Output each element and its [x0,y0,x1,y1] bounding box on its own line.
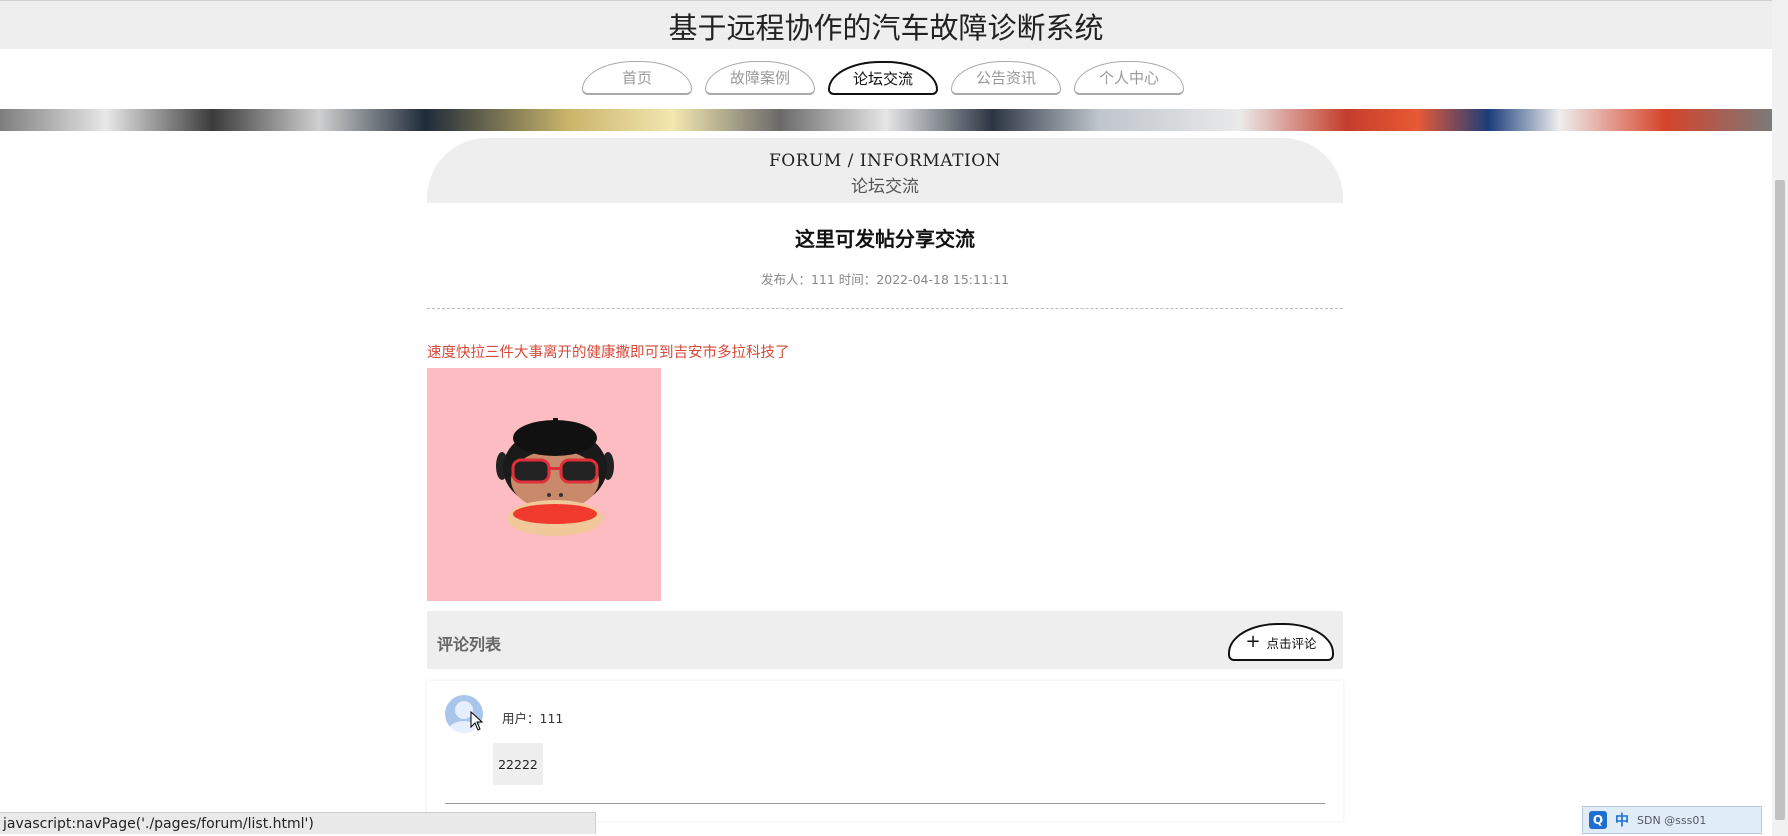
system-tray: Q 中 SDN @sss01 [1582,806,1762,834]
post-divider [427,308,1343,309]
ime-language-indicator[interactable]: 中 [1615,810,1629,830]
site-title: 基于远程协作的汽车故障诊断系统 [668,11,1104,45]
main-nav: 首页 故障案例 论坛交流 公告资讯 个人中心 [582,61,1184,97]
scrollbar-thumb[interactable] [1775,180,1785,820]
plus-icon: + [1245,631,1261,652]
comment-separator [445,803,1325,804]
post-meta: 发布人：111 时间：2022-04-18 15:11:11 [760,272,1010,287]
page: 基于远程协作的汽车故障诊断系统 首页 故障案例 论坛交流 公告资讯 个人中心 F… [0,0,1772,836]
comment-text: 22222 [493,743,543,785]
section-header: FORUM / INFORMATION 论坛交流 [427,138,1343,203]
comment-list-title: 评论列表 [437,635,502,654]
add-comment-button[interactable]: + 点击评论 [1228,623,1334,661]
monkey-sunglasses-image [427,368,661,601]
comment-user: 用户：111 [502,711,564,726]
comment-item: 用户：111 22222 [427,681,1343,821]
comment-list-header: 评论列表 + 点击评论 [427,611,1343,669]
nav-item-announcements[interactable]: 公告资讯 [951,61,1061,95]
post-title: 这里可发帖分享交流 [795,227,975,251]
nav-item-home[interactable]: 首页 [582,61,692,95]
nav-item-fault-cases[interactable]: 故障案例 [705,61,815,95]
post-content: 速度快拉三件大事离开的健康撒即可到吉安市多拉科技了 [427,345,790,361]
page-scrollbar[interactable] [1772,0,1788,836]
nav-item-personal-center[interactable]: 个人中心 [1074,61,1184,95]
banner-image [0,109,1772,131]
mouse-cursor-icon [470,711,484,731]
add-comment-label: 点击评论 [1266,635,1317,651]
site-header: 基于远程协作的汽车故障诊断系统 [0,0,1772,49]
tray-text: SDN @sss01 [1637,813,1707,827]
ime-logo-icon[interactable]: Q [1589,811,1607,829]
section-title-cn: 论坛交流 [851,177,919,197]
nav-item-forum[interactable]: 论坛交流 [828,61,938,95]
forum-detail: FORUM / INFORMATION 论坛交流 这里可发帖分享交流 发布人：1… [427,138,1343,821]
monkey-illustration-icon [496,418,614,536]
browser-status-bar: javascript:navPage('./pages/forum/list.h… [0,812,596,834]
section-title-en: FORUM / INFORMATION [768,151,1002,171]
